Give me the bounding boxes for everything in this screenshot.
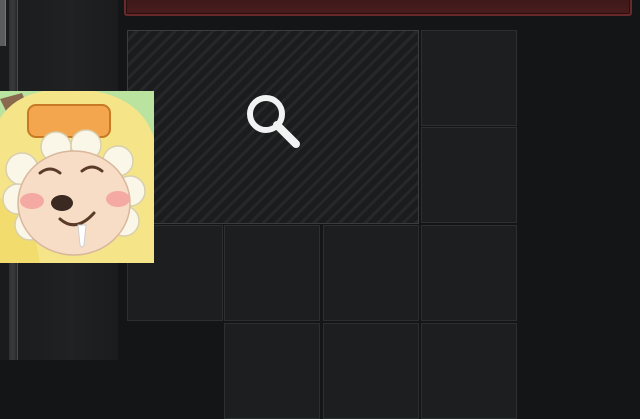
rail-scroll-tick[interactable] — [0, 0, 6, 46]
inventory-cell[interactable] — [323, 225, 419, 321]
top-banner[interactable] — [124, 0, 632, 16]
cartoon-sheep-avatar — [0, 91, 154, 263]
inventory-cell[interactable] — [323, 323, 419, 419]
inventory-cell[interactable] — [421, 225, 517, 321]
inventory-cell[interactable] — [421, 127, 517, 223]
sheep-avatar-icon — [0, 91, 154, 263]
inventory-cell[interactable] — [224, 323, 320, 419]
inventory-cell[interactable] — [421, 323, 517, 419]
inventory-cell[interactable] — [421, 30, 517, 126]
magnifier-icon — [247, 95, 300, 148]
inventory-cell[interactable] — [224, 225, 320, 321]
